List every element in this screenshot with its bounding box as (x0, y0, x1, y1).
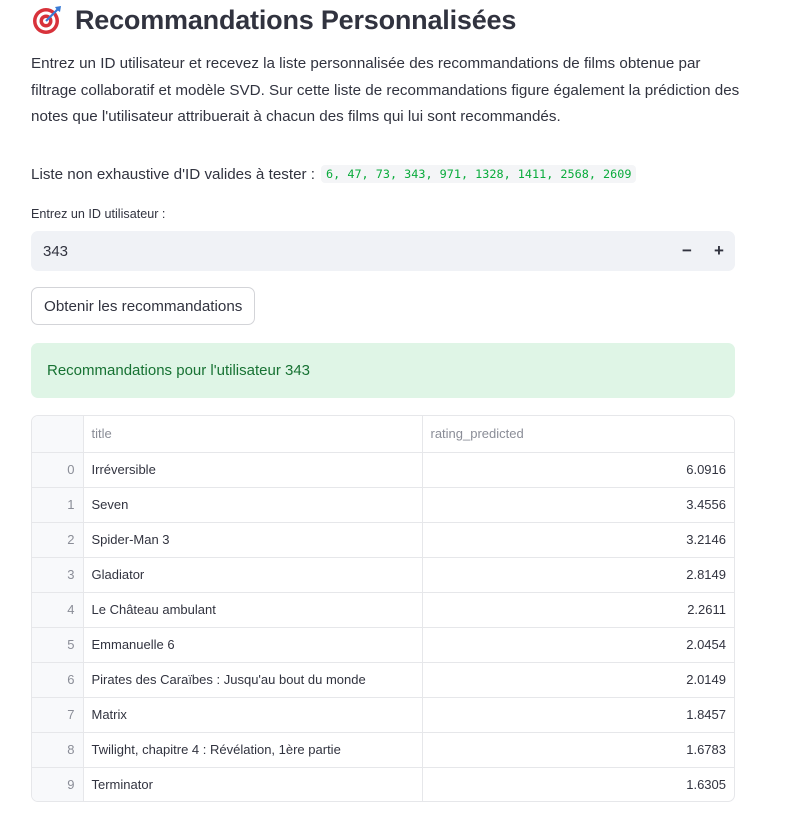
valid-ids-code: 6, 47, 73, 343, 971, 1328, 1411, 2568, 2… (321, 165, 637, 183)
decrement-button[interactable]: − (671, 231, 703, 271)
success-message: Recommandations pour l'utilisateur 343 (47, 362, 311, 379)
table-row[interactable]: 3 Gladiator 2.8149 (32, 557, 734, 593)
valid-ids-label: Liste non exhaustive d'ID valides à test… (31, 165, 316, 183)
intro-text: Entrez un ID utilisateur et recevez la l… (31, 55, 740, 125)
page-title: Recommandations Personnalisées (75, 4, 517, 35)
movie-title: Spider-Man 3 (83, 522, 423, 558)
table-row[interactable]: 4 Le Château ambulant 2.2611 (32, 592, 734, 628)
target-icon (33, 6, 61, 34)
minus-icon: − (682, 241, 692, 260)
movie-title: Pirates des Caraïbes : Jusqu'au bout du … (83, 662, 423, 698)
row-index: 2 (32, 522, 84, 558)
table-header-row: title rating_predicted (32, 416, 734, 453)
page: Recommandations Personnalisées Entrez un… (0, 0, 787, 826)
movie-title: Irréversible (83, 452, 423, 488)
row-index: 3 (32, 557, 84, 593)
table-row[interactable]: 8 Twilight, chapitre 4 : Révélation, 1èr… (32, 732, 734, 768)
column-header-title[interactable]: title (83, 416, 423, 453)
table-row[interactable]: 7 Matrix 1.8457 (32, 697, 734, 733)
movie-title: Emmanuelle 6 (83, 627, 423, 663)
row-index: 5 (32, 627, 84, 663)
page-header: Recommandations Personnalisées (31, 2, 516, 38)
predicted-rating: 6.0916 (422, 452, 734, 488)
column-header-rating[interactable]: rating_predicted (422, 416, 734, 453)
movie-title: Matrix (83, 697, 423, 733)
movie-title: Terminator (83, 767, 423, 801)
user-id-number-input: − + (31, 231, 735, 271)
plus-icon: + (714, 241, 724, 260)
movie-title: Le Château ambulant (83, 592, 423, 628)
increment-button[interactable]: + (703, 231, 735, 271)
column-header-index (32, 416, 84, 453)
predicted-rating: 1.6783 (422, 732, 734, 768)
row-index: 6 (32, 662, 84, 698)
data-table: title rating_predicted 0 Irréversible 6.… (32, 416, 734, 801)
movie-title: Twilight, chapitre 4 : Révélation, 1ère … (83, 732, 423, 768)
table-row[interactable]: 6 Pirates des Caraïbes : Jusqu'au bout d… (32, 662, 734, 698)
valid-ids-row: Liste non exhaustive d'ID valides à test… (31, 162, 637, 186)
predicted-rating: 2.2611 (422, 592, 734, 628)
row-index: 1 (32, 487, 84, 523)
predicted-rating: 2.8149 (422, 557, 734, 593)
predicted-rating: 3.4556 (422, 487, 734, 523)
user-id-input[interactable] (31, 241, 671, 261)
row-index: 9 (32, 767, 84, 801)
row-index: 4 (32, 592, 84, 628)
table-row[interactable]: 2 Spider-Man 3 3.2146 (32, 522, 734, 558)
movie-title: Gladiator (83, 557, 423, 593)
movie-title: Seven (83, 487, 423, 523)
predicted-rating: 3.2146 (422, 522, 734, 558)
predicted-rating: 2.0149 (422, 662, 734, 698)
predicted-rating: 2.0454 (422, 627, 734, 663)
row-index: 7 (32, 697, 84, 733)
get-recommendations-button[interactable]: Obtenir les recommandations (31, 287, 256, 325)
success-alert: Recommandations pour l'utilisateur 343 (31, 343, 735, 398)
user-id-label: Entrez un ID utilisateur : (31, 207, 166, 221)
predicted-rating: 1.8457 (422, 697, 734, 733)
table-row[interactable]: 0 Irréversible 6.0916 (32, 452, 734, 488)
table-row[interactable]: 9 Terminator 1.6305 (32, 767, 734, 801)
recommendations-table[interactable]: title rating_predicted 0 Irréversible 6.… (31, 415, 735, 802)
table-row[interactable]: 5 Emmanuelle 6 2.0454 (32, 627, 734, 663)
predicted-rating: 1.6305 (686, 777, 726, 793)
row-index: 0 (32, 452, 84, 488)
row-index: 8 (32, 732, 84, 768)
table-row[interactable]: 1 Seven 3.4556 (32, 487, 734, 523)
